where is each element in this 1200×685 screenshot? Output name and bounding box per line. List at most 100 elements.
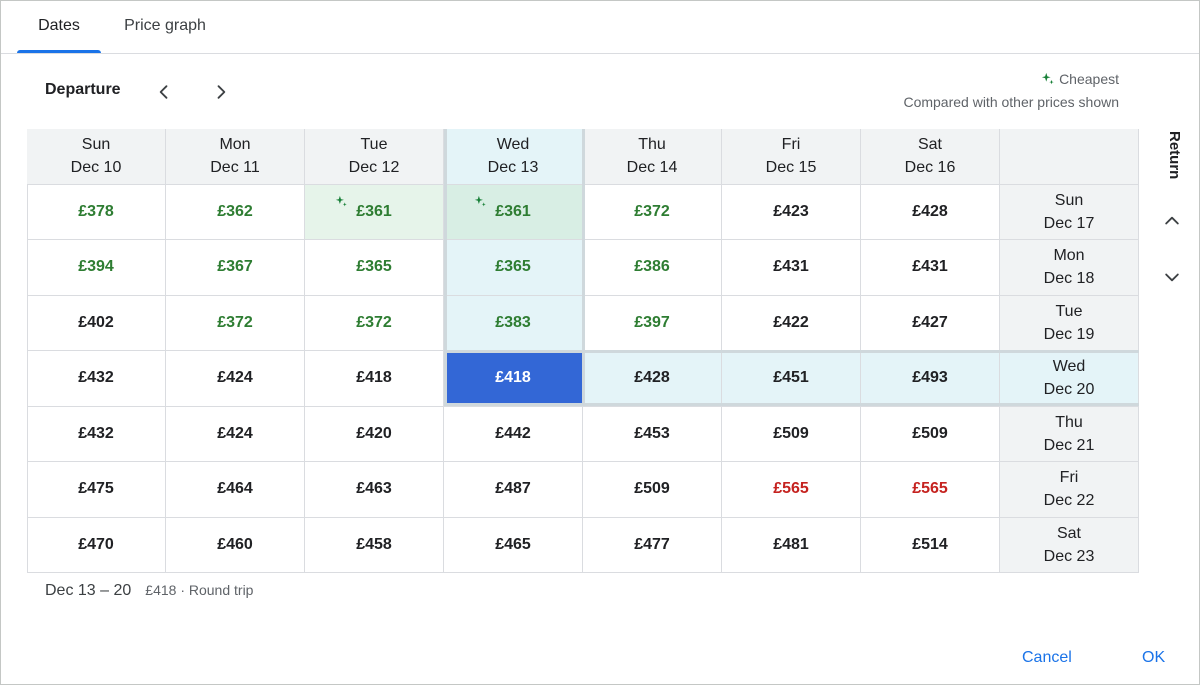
price-cell[interactable]: £458 bbox=[305, 517, 444, 573]
price-cell[interactable]: £372 bbox=[166, 295, 305, 351]
price-grid: Sun Dec 10 Mon Dec 11 Tue Dec 12 Wed Dec 13 Thu D… bbox=[27, 129, 1139, 573]
price-legend: Cheapest Compared with other prices show… bbox=[903, 70, 1119, 110]
price-value: £424 bbox=[217, 369, 253, 387]
price-cell[interactable]: £397 bbox=[583, 295, 722, 351]
price-cell[interactable]: £418 bbox=[444, 351, 583, 407]
return-day: Wed bbox=[1052, 358, 1086, 376]
departure-date-header: Tue Dec 12 bbox=[305, 129, 444, 185]
price-value: £442 bbox=[495, 424, 531, 442]
header-day: Sat bbox=[917, 136, 942, 154]
price-cell[interactable]: £402 bbox=[27, 295, 166, 351]
price-value: £428 bbox=[912, 202, 948, 220]
return-date-header: Thu Dec 21 bbox=[1000, 406, 1139, 462]
price-cell[interactable]: £465 bbox=[444, 517, 583, 573]
header-day: Mon bbox=[219, 136, 251, 154]
price-value: £465 bbox=[495, 535, 531, 553]
price-cell[interactable]: £420 bbox=[305, 406, 444, 462]
departure-date-header: Fri Dec 15 bbox=[722, 129, 861, 185]
price-value: £367 bbox=[217, 258, 253, 276]
price-cell[interactable]: £481 bbox=[722, 517, 861, 573]
return-date: Dec 18 bbox=[1043, 270, 1095, 288]
price-value: £365 bbox=[356, 258, 392, 276]
price-cell[interactable]: £361 bbox=[305, 184, 444, 240]
price-cell[interactable]: £424 bbox=[166, 351, 305, 407]
price-cell[interactable]: £378 bbox=[27, 184, 166, 240]
price-cell[interactable]: £460 bbox=[166, 517, 305, 573]
price-cell[interactable]: £475 bbox=[27, 462, 166, 518]
header-date: Dec 14 bbox=[626, 159, 678, 177]
price-cell[interactable]: £451 bbox=[722, 351, 861, 407]
price-cell[interactable]: £431 bbox=[722, 240, 861, 296]
price-cell[interactable]: £362 bbox=[166, 184, 305, 240]
price-cell[interactable]: £428 bbox=[583, 351, 722, 407]
header-date: Dec 15 bbox=[765, 159, 817, 177]
price-cell[interactable]: £394 bbox=[27, 240, 166, 296]
price-cell[interactable]: £365 bbox=[305, 240, 444, 296]
price-cell[interactable]: £509 bbox=[861, 406, 1000, 462]
return-day: Mon bbox=[1053, 247, 1085, 265]
price-value: £365 bbox=[495, 258, 531, 276]
price-cell[interactable]: £427 bbox=[861, 295, 1000, 351]
scroll-up-button[interactable] bbox=[1157, 206, 1187, 236]
price-cell[interactable]: £442 bbox=[444, 406, 583, 462]
price-cell[interactable]: £383 bbox=[444, 295, 583, 351]
price-cell[interactable]: £432 bbox=[27, 351, 166, 407]
active-tab-indicator bbox=[17, 50, 101, 53]
price-cell[interactable]: £493 bbox=[861, 351, 1000, 407]
ok-button[interactable]: OK bbox=[1142, 649, 1165, 667]
selection-outline bbox=[444, 129, 447, 406]
price-cell[interactable]: £423 bbox=[722, 184, 861, 240]
return-date-header: Wed Dec 20 bbox=[1000, 351, 1139, 407]
price-cell[interactable]: £463 bbox=[305, 462, 444, 518]
price-cell[interactable]: £565 bbox=[722, 462, 861, 518]
price-value: £487 bbox=[495, 480, 531, 498]
return-date: Dec 17 bbox=[1043, 214, 1095, 232]
price-cell[interactable]: £565 bbox=[861, 462, 1000, 518]
price-value: £362 bbox=[217, 202, 253, 220]
selection-outline bbox=[444, 350, 1139, 353]
price-cell[interactable]: £367 bbox=[166, 240, 305, 296]
price-value: £372 bbox=[356, 313, 392, 331]
price-value: £402 bbox=[78, 313, 114, 331]
grid-corner bbox=[1000, 129, 1139, 185]
price-cell[interactable]: £386 bbox=[583, 240, 722, 296]
price-cell[interactable]: £477 bbox=[583, 517, 722, 573]
departure-date-header: Sat Dec 16 bbox=[861, 129, 1000, 185]
price-value: £361 bbox=[356, 202, 392, 220]
price-cell[interactable]: £470 bbox=[27, 517, 166, 573]
price-value: £514 bbox=[912, 535, 948, 553]
tab-dates[interactable]: Dates bbox=[17, 1, 101, 53]
price-cell[interactable]: £424 bbox=[166, 406, 305, 462]
cancel-button[interactable]: Cancel bbox=[1022, 649, 1072, 667]
scroll-down-button[interactable] bbox=[1157, 262, 1187, 292]
header-date: Dec 16 bbox=[904, 159, 956, 177]
next-week-button[interactable] bbox=[206, 77, 236, 107]
price-cell[interactable]: £487 bbox=[444, 462, 583, 518]
price-cell[interactable]: £372 bbox=[583, 184, 722, 240]
price-cell[interactable]: £509 bbox=[722, 406, 861, 462]
price-value: £427 bbox=[912, 313, 948, 331]
price-cell[interactable]: £431 bbox=[861, 240, 1000, 296]
price-value: £460 bbox=[217, 535, 253, 553]
price-cell[interactable]: £418 bbox=[305, 351, 444, 407]
price-cell[interactable]: £365 bbox=[444, 240, 583, 296]
tab-price-graph[interactable]: Price graph bbox=[109, 1, 221, 53]
price-cell[interactable]: £372 bbox=[305, 295, 444, 351]
price-cell[interactable]: £453 bbox=[583, 406, 722, 462]
price-cell[interactable]: £514 bbox=[861, 517, 1000, 573]
price-cell[interactable]: £428 bbox=[861, 184, 1000, 240]
selection-outline bbox=[444, 403, 1139, 406]
selection-outline bbox=[582, 129, 585, 406]
price-value: £565 bbox=[912, 480, 948, 498]
price-cell[interactable]: £361 bbox=[444, 184, 583, 240]
return-day: Thu bbox=[1055, 413, 1083, 431]
price-cell[interactable]: £422 bbox=[722, 295, 861, 351]
header-day: Tue bbox=[360, 136, 388, 154]
price-value: £565 bbox=[773, 480, 809, 498]
price-cell[interactable]: £432 bbox=[27, 406, 166, 462]
return-label: Return bbox=[1166, 131, 1183, 180]
previous-week-button[interactable] bbox=[149, 77, 179, 107]
header-day: Sun bbox=[81, 136, 111, 154]
price-cell[interactable]: £509 bbox=[583, 462, 722, 518]
price-cell[interactable]: £464 bbox=[166, 462, 305, 518]
